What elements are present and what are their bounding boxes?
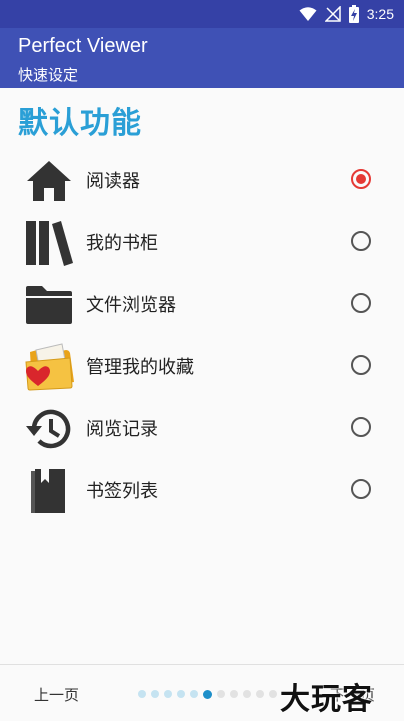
watermark: 大玩客 bbox=[280, 682, 373, 717]
page-dot bbox=[164, 690, 172, 698]
bookshelf-icon bbox=[22, 218, 76, 268]
option-reading-history[interactable]: 阅览记录 bbox=[0, 398, 404, 460]
bookmark-book-icon bbox=[22, 466, 76, 516]
option-label: 管理我的收藏 bbox=[86, 357, 194, 378]
option-manage-favorites[interactable]: 管理我的收藏 bbox=[0, 336, 404, 398]
radio-reader[interactable] bbox=[351, 169, 371, 189]
page-indicator bbox=[138, 689, 277, 699]
radio-my-bookshelf[interactable] bbox=[351, 231, 371, 251]
status-time: 3:25 bbox=[366, 6, 394, 22]
radio-reading-history[interactable] bbox=[351, 417, 371, 437]
option-file-browser[interactable]: 文件浏览器 bbox=[0, 274, 404, 336]
wifi-icon bbox=[299, 7, 317, 21]
app-subtitle: 快速设定 bbox=[18, 66, 79, 84]
favorite-folder-icon bbox=[22, 342, 76, 392]
page-dot bbox=[177, 690, 185, 698]
app-title: Perfect Viewer bbox=[18, 35, 148, 57]
battery-charging-icon bbox=[348, 5, 359, 23]
option-label: 书签列表 bbox=[86, 481, 158, 502]
radio-manage-favorites[interactable] bbox=[351, 355, 371, 375]
page-dot bbox=[243, 690, 251, 698]
status-icons: 3:25 bbox=[299, 4, 394, 24]
app-bar: Perfect Viewer 快速设定 bbox=[0, 28, 404, 88]
page-dot bbox=[269, 690, 277, 698]
page-dot bbox=[230, 690, 238, 698]
option-label: 阅览记录 bbox=[86, 419, 158, 440]
option-my-bookshelf[interactable]: 我的书柜 bbox=[0, 212, 404, 274]
history-icon bbox=[22, 404, 76, 454]
home-icon bbox=[22, 156, 76, 206]
prev-page-button[interactable]: 上一页 bbox=[34, 684, 79, 705]
page-dot bbox=[190, 690, 198, 698]
status-bar: 3:25 bbox=[0, 0, 404, 28]
option-label: 文件浏览器 bbox=[86, 295, 176, 316]
section-title: 默认功能 bbox=[18, 106, 142, 141]
option-label: 阅读器 bbox=[86, 171, 140, 192]
option-reader[interactable]: 阅读器 bbox=[0, 150, 404, 212]
option-bookmark-list[interactable]: 书签列表 bbox=[0, 460, 404, 522]
page-dot bbox=[217, 690, 225, 698]
no-signal-icon bbox=[324, 6, 341, 22]
page-dot-active bbox=[203, 689, 212, 699]
page-dot bbox=[138, 690, 146, 698]
radio-bookmark-list[interactable] bbox=[351, 479, 371, 499]
radio-file-browser[interactable] bbox=[351, 293, 371, 313]
option-label: 我的书柜 bbox=[86, 233, 158, 254]
page-dot bbox=[151, 690, 159, 698]
folder-icon bbox=[22, 280, 76, 330]
page-dot bbox=[256, 690, 264, 698]
